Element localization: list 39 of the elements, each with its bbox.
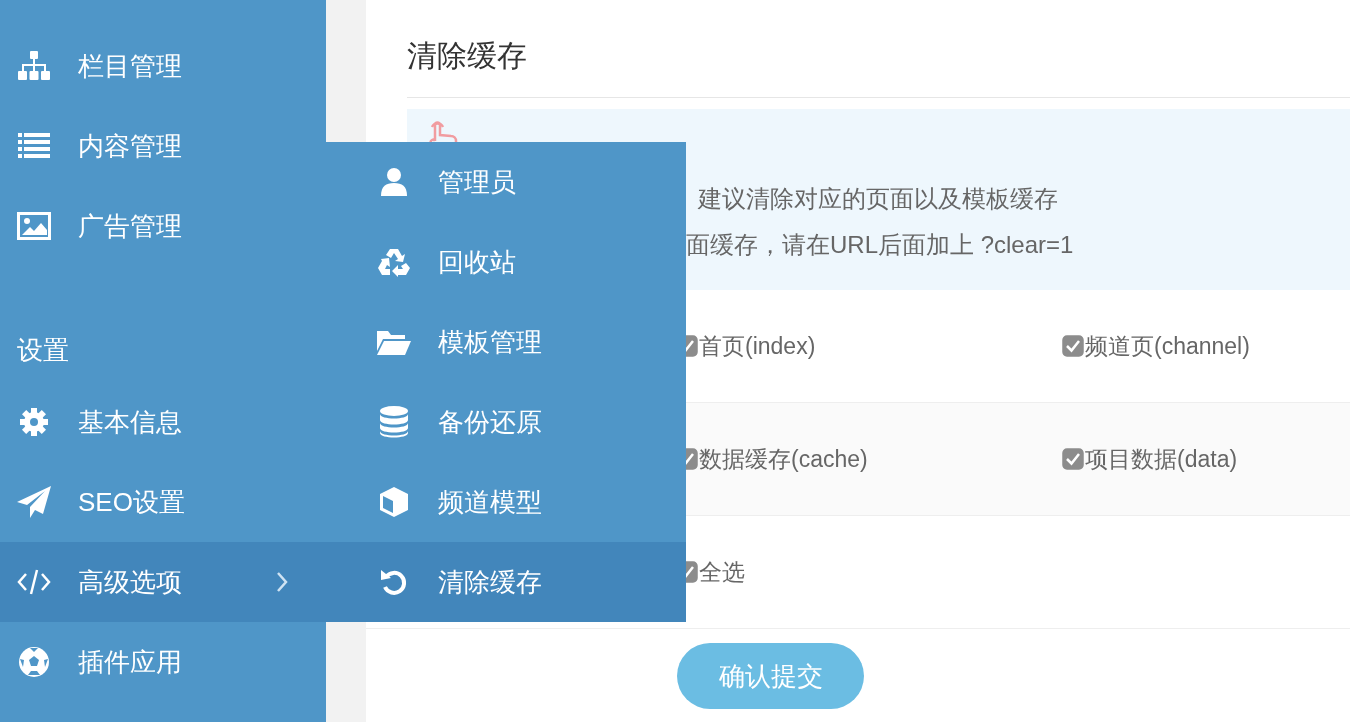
database-icon bbox=[380, 406, 408, 438]
sidebar-item[interactable]: SEO设置 bbox=[0, 462, 326, 542]
sidebar-item[interactable]: 内容管理 bbox=[0, 106, 326, 186]
submit-button[interactable]: 确认提交 bbox=[677, 643, 864, 709]
checkbox-checked[interactable] bbox=[1062, 448, 1084, 470]
undo-icon bbox=[380, 568, 408, 596]
checkbox-label: 频道页(channel) bbox=[1085, 331, 1250, 361]
settings-icon bbox=[19, 407, 49, 437]
page-title: 清除缓存 bbox=[407, 38, 527, 74]
soccer-ball-icon bbox=[18, 646, 50, 678]
folder-icon bbox=[377, 329, 411, 355]
checkbox-label: 全选 bbox=[699, 557, 745, 587]
submenu-item[interactable]: 清除缓存 bbox=[326, 542, 686, 622]
paper-plane-icon bbox=[17, 486, 51, 518]
user-icon bbox=[381, 168, 407, 196]
sidebar-item[interactable]: 基本信息 bbox=[0, 382, 326, 462]
section-heading: 设置 bbox=[17, 334, 69, 367]
submenu-item[interactable]: 回收站 bbox=[326, 222, 686, 302]
checkbox-label: 项目数据(data) bbox=[1085, 444, 1238, 474]
cube-icon bbox=[379, 486, 409, 518]
sidebar-item[interactable]: 栏目管理 bbox=[0, 26, 326, 106]
code-icon bbox=[17, 569, 51, 595]
sidebar-item[interactable]: 插件应用 bbox=[0, 622, 326, 702]
checkbox-checked[interactable] bbox=[1062, 335, 1084, 357]
submenu-item[interactable]: 管理员 bbox=[326, 142, 686, 222]
sidebar-item[interactable]: 高级选项 bbox=[0, 542, 326, 622]
list-icon bbox=[18, 133, 50, 159]
checkbox-label: 数据缓存(cache) bbox=[699, 444, 868, 474]
image-icon bbox=[17, 212, 51, 240]
chevron-right-icon bbox=[276, 571, 288, 593]
submenu-item[interactable]: 频道模型 bbox=[326, 462, 686, 542]
sitemap-icon bbox=[18, 51, 50, 81]
sidebar-item[interactable]: 广告管理 bbox=[0, 186, 326, 266]
submenu-item[interactable]: 备份还原 bbox=[326, 382, 686, 462]
checkbox-label: 首页(index) bbox=[699, 331, 816, 361]
notice-text: 建议清除对应的页面以及模板缓存 bbox=[698, 185, 1058, 212]
recycle-icon bbox=[378, 247, 410, 277]
notice-text: 面缓存，请在URL后面加上 ?clear=1 bbox=[686, 231, 1074, 258]
submenu-item[interactable]: 模板管理 bbox=[326, 302, 686, 382]
